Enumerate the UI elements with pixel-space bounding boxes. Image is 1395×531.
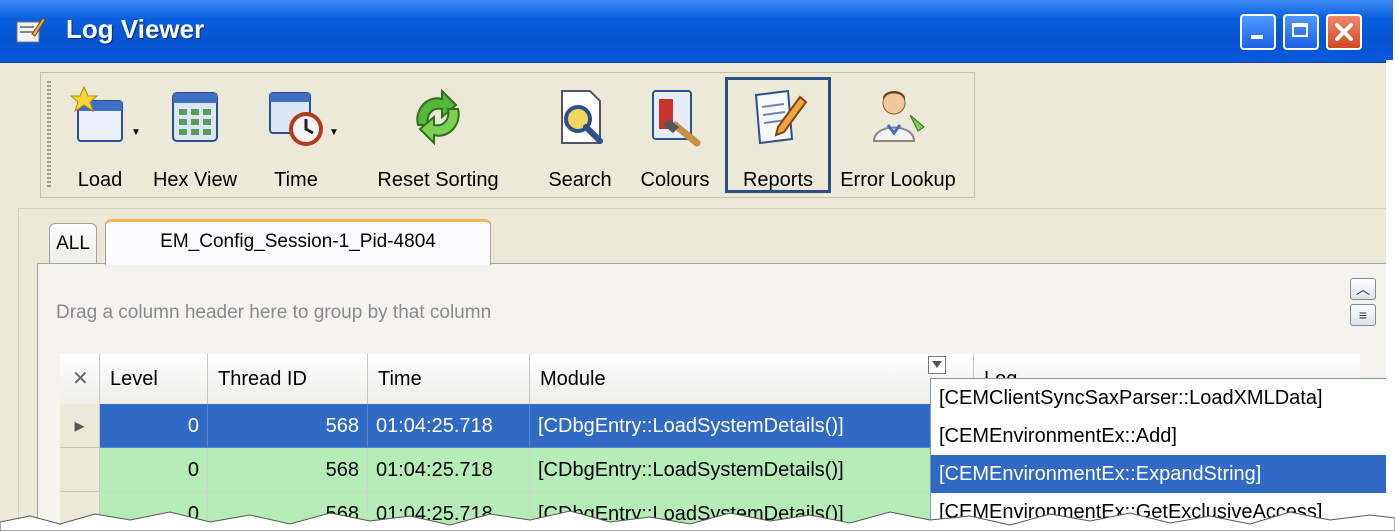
chevron-up-icon: ︿ — [1356, 281, 1370, 297]
folder-star-icon — [70, 85, 123, 142]
cell-level: 0 — [100, 448, 208, 492]
cell-time: 01:04:25.718 — [368, 404, 530, 448]
time-button[interactable]: ▼ Time — [253, 77, 339, 193]
reset-sorting-label: Reset Sorting — [377, 169, 499, 191]
window-title: Log Viewer — [66, 14, 205, 44]
cell-module: [CDbgEntry::LoadSystemDetails()] — [530, 448, 990, 492]
colours-label: Colours — [640, 169, 710, 191]
list-item[interactable]: [CEMEnvironmentEx::ExpandString] — [931, 455, 1392, 493]
tab-all[interactable]: ALL — [49, 223, 97, 263]
column-header-time[interactable]: Time — [368, 354, 530, 404]
colours-button[interactable]: Colours — [627, 77, 723, 193]
reports-button[interactable]: Reports — [725, 77, 831, 193]
group-by-hint: Drag a column header here to group by th… — [56, 302, 492, 323]
clear-filter-icon[interactable]: ✕ — [60, 354, 100, 404]
document-pencil-icon — [754, 89, 808, 145]
cell-thread-id: 568 — [208, 448, 368, 492]
maximize-icon — [1285, 16, 1317, 48]
load-button[interactable]: ▼ Load — [59, 77, 141, 193]
title-bar[interactable]: Log Viewer — [0, 0, 1393, 63]
column-header-module[interactable]: Module — [530, 354, 974, 404]
close-icon — [1335, 23, 1353, 41]
torn-right-edge — [1386, 60, 1395, 531]
list-item[interactable]: [CEMClientSyncSaxParser::LoadXMLData] — [931, 379, 1392, 417]
torn-paper-edge — [0, 510, 1395, 531]
reset-sorting-button[interactable]: Reset Sorting — [343, 77, 533, 193]
hex-view-label: Hex View — [152, 169, 238, 191]
time-label: Time — [274, 169, 318, 191]
cell-module: [CDbgEntry::LoadSystemDetails()] — [530, 404, 990, 448]
main-toolbar: ▼ Load Hex View ▼ Time Reset Sorting Sea… — [40, 72, 975, 198]
maximize-button[interactable] — [1283, 14, 1319, 50]
list-item[interactable]: [CEMEnvironmentEx::Add] — [931, 417, 1392, 455]
close-button[interactable] — [1326, 14, 1362, 50]
paint-brush-icon — [652, 90, 701, 147]
search-label: Search — [548, 169, 612, 191]
row-indicator — [60, 448, 100, 492]
panel-menu-button[interactable]: ≡ — [1350, 304, 1376, 326]
table-row[interactable]: ▸ 0 568 01:04:25.718 [CDbgEntry::LoadSys… — [60, 404, 990, 448]
table-row[interactable]: 0 568 01:04:25.718 [CDbgEntry::LoadSyste… — [60, 448, 990, 492]
search-button[interactable]: Search — [537, 77, 623, 193]
scroll-up-button[interactable]: ︿ — [1350, 278, 1376, 300]
load-label: Load — [77, 169, 123, 191]
doctor-icon — [872, 91, 925, 142]
toolbar-grip[interactable] — [47, 81, 51, 189]
recycle-arrows-icon — [416, 88, 460, 146]
load-dropdown-icon[interactable]: ▼ — [131, 127, 141, 138]
log-viewer-window: Log Viewer ▼ Load Hex View ▼ Time Reset … — [0, 0, 1393, 531]
column-header-level[interactable]: Level — [100, 354, 208, 404]
app-icon — [16, 17, 46, 43]
cell-thread-id: 568 — [208, 404, 368, 448]
row-indicator-icon: ▸ — [60, 404, 100, 448]
cell-level: 0 — [100, 404, 208, 448]
error-lookup-button[interactable]: Error Lookup — [833, 77, 963, 193]
menu-lines-icon: ≡ — [1358, 307, 1368, 323]
module-filter-icon[interactable] — [928, 356, 946, 374]
calendar-clock-icon — [269, 92, 323, 146]
reports-label: Reports — [742, 169, 814, 191]
minimize-icon — [1242, 16, 1274, 48]
magnifier-document-icon — [561, 90, 603, 144]
tab-em-config-session[interactable]: EM_Config_Session-1_Pid-4804 — [105, 219, 491, 265]
time-dropdown-icon[interactable]: ▼ — [329, 127, 339, 138]
hex-grid-icon — [172, 92, 218, 142]
cell-time: 01:04:25.718 — [368, 448, 530, 492]
minimize-button[interactable] — [1240, 14, 1276, 50]
column-header-thread-id[interactable]: Thread ID — [208, 354, 368, 404]
error-lookup-label: Error Lookup — [840, 169, 956, 191]
hex-view-button[interactable]: Hex View — [147, 77, 243, 193]
